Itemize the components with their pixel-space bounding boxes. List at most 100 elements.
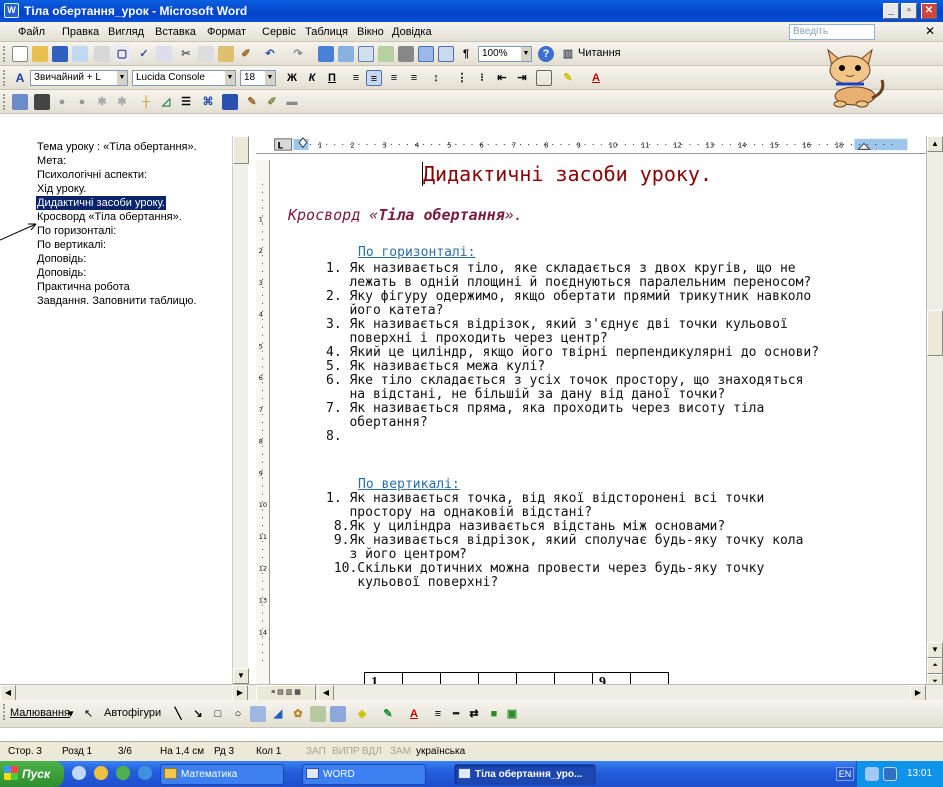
paint-icon[interactable]: ✎ [244,94,260,110]
view-buttons[interactable]: ≡ ▤ ▥ ▦ [256,685,316,701]
spelling-icon[interactable]: ✓ [136,46,152,62]
insert-excel-icon[interactable] [378,46,394,62]
bullet-d-icon[interactable]: ✱ [114,94,130,110]
language-indicator[interactable]: EN [836,767,854,781]
eraser-icon[interactable]: ▬ [284,94,300,110]
triangle-icon[interactable]: ◿ [158,94,174,110]
numbering-icon[interactable]: ⋮ [454,70,470,86]
scroll-left-button[interactable]: ◀ [318,685,334,701]
arrow-icon[interactable]: ↘ [190,706,206,722]
tray-app-icon[interactable] [883,767,897,781]
crossword-cell[interactable]: 1 [365,673,403,684]
toolbar-grip-icon[interactable] [3,70,6,86]
line-color-icon[interactable]: ✎ [380,706,396,722]
quicklaunch-media-icon[interactable] [94,766,108,780]
quicklaunch-player-icon[interactable] [116,766,130,780]
line-spacing-icon[interactable]: ↕ [428,70,444,86]
menu-view[interactable]: Вигляд [108,26,144,38]
new-document-icon[interactable] [12,46,28,62]
draw-menu[interactable]: Малювання [10,707,70,719]
scroll-thumb[interactable] [927,310,943,356]
docmap-item[interactable]: Психологічні аспекти: [37,168,147,182]
draw-menu-arrow-icon[interactable]: ▾ [68,707,74,720]
menu-edit[interactable]: Правка [62,26,99,38]
docmap-scroll-right[interactable]: ▶ [232,685,248,701]
justify-icon[interactable]: ≡ [406,70,422,86]
status-rec[interactable]: ЗАП [306,743,326,761]
toolbar-grip-icon[interactable] [3,94,6,110]
quicklaunch-browser-icon[interactable] [138,766,152,780]
format-painter-icon[interactable]: ✐ [238,46,254,62]
scroll-up-button[interactable]: ▲ [927,136,943,152]
document-map-icon[interactable] [438,46,454,62]
autoshapes-menu[interactable]: Автофігури [104,707,161,719]
status-ext[interactable]: ВДЛ [362,743,382,761]
rectangle-icon[interactable]: □ [210,706,226,722]
highlight-icon[interactable]: ✎ [560,70,576,86]
diagram-icon[interactable]: ✿ [290,706,306,722]
tables-borders-icon[interactable] [338,46,354,62]
fill-color-icon[interactable]: ◈ [354,706,370,722]
picture-icon[interactable] [330,706,346,722]
crossword-cell[interactable] [631,673,669,684]
select-objects-icon[interactable]: ↖ [84,707,93,720]
table-grid-icon[interactable] [34,94,50,110]
help-icon[interactable]: ? [538,46,554,62]
close-button[interactable]: ✕ [921,3,937,19]
crossword-cell[interactable]: 9 [593,673,631,684]
crosshair-icon[interactable]: ┼ [138,94,154,110]
underline-icon[interactable]: П [324,70,340,86]
drawing-icon[interactable] [418,46,434,62]
horizontal-scrollbar[interactable]: ◀ ▶ ≡ ▤ ▥ ▦ ◀ ▶ [0,684,943,701]
vertical-ruler[interactable]: 1234567891011121314 [256,160,270,684]
scroll-right-button[interactable]: ▶ [910,685,926,701]
toolbar-grip-icon[interactable] [3,704,6,720]
bullet-a-icon[interactable]: ● [54,94,70,110]
word-app-icon[interactable]: W [4,3,19,18]
docmap-item[interactable]: Доповідь: [37,266,86,280]
bullet-c-icon[interactable]: ✱ [94,94,110,110]
show-hide-icon[interactable]: ¶ [458,46,474,62]
status-ovr[interactable]: ЗАМ [390,743,411,761]
office-assistant-cat[interactable] [810,44,890,112]
permission-icon[interactable] [72,46,88,62]
align-left-icon[interactable]: ≡ [348,70,364,86]
italic-icon[interactable]: К [304,70,320,86]
borders-icon[interactable] [536,70,552,86]
copy-icon[interactable] [198,46,214,62]
quicklaunch-ie-icon[interactable] [72,766,86,780]
insert-table-icon[interactable] [358,46,374,62]
docmap-item[interactable]: По вертикалі: [37,238,106,252]
docmap-item[interactable]: Завдання. Заповнити таблицю. [37,294,196,308]
menu-help[interactable]: Довідка [392,26,432,38]
text-box-icon[interactable] [250,706,266,722]
task-folder[interactable]: Математика [160,764,284,785]
tray-network-icon[interactable] [865,767,879,781]
styles-pane-icon[interactable]: A [12,70,28,86]
docmap-item-selected[interactable]: Дидактичні засоби уроку. [36,196,166,210]
crossword-cell[interactable] [403,673,441,684]
ask-question-box[interactable]: Введіть запитання [789,24,875,51]
status-trk[interactable]: ВИПР [332,743,360,761]
insert-picture-icon[interactable] [222,94,238,110]
clock[interactable]: 13:01 [907,761,932,787]
bullet-b-icon[interactable]: ● [74,94,90,110]
align-center-icon[interactable]: ≡ [366,70,382,86]
print-preview-icon[interactable]: ▢ [114,46,130,62]
dash-style-icon[interactable]: ┅ [448,706,464,722]
hyperlink-icon[interactable] [318,46,334,62]
docmap-item[interactable]: Хід уроку. [37,182,86,196]
reading-icon[interactable]: ▥ [560,46,576,62]
decrease-indent-icon[interactable]: ⇤ [494,70,510,86]
crossword-cell[interactable] [441,673,479,684]
style-select[interactable]: Звичайний + L ▼ [30,70,128,86]
pencil-icon[interactable]: ✐ [264,94,280,110]
wordart-icon[interactable]: ◢ [270,706,286,722]
3d-icon[interactable]: ▣ [504,706,520,722]
redo-icon[interactable]: ↷ [290,46,306,62]
menu-tools[interactable]: Сервіс [262,26,296,38]
bullets-icon[interactable]: ⁝ [474,70,490,86]
menu-insert[interactable]: Вставка [155,26,196,38]
scroll-down-button[interactable]: ▼ [927,642,943,658]
font-color-icon[interactable]: A [588,70,604,86]
